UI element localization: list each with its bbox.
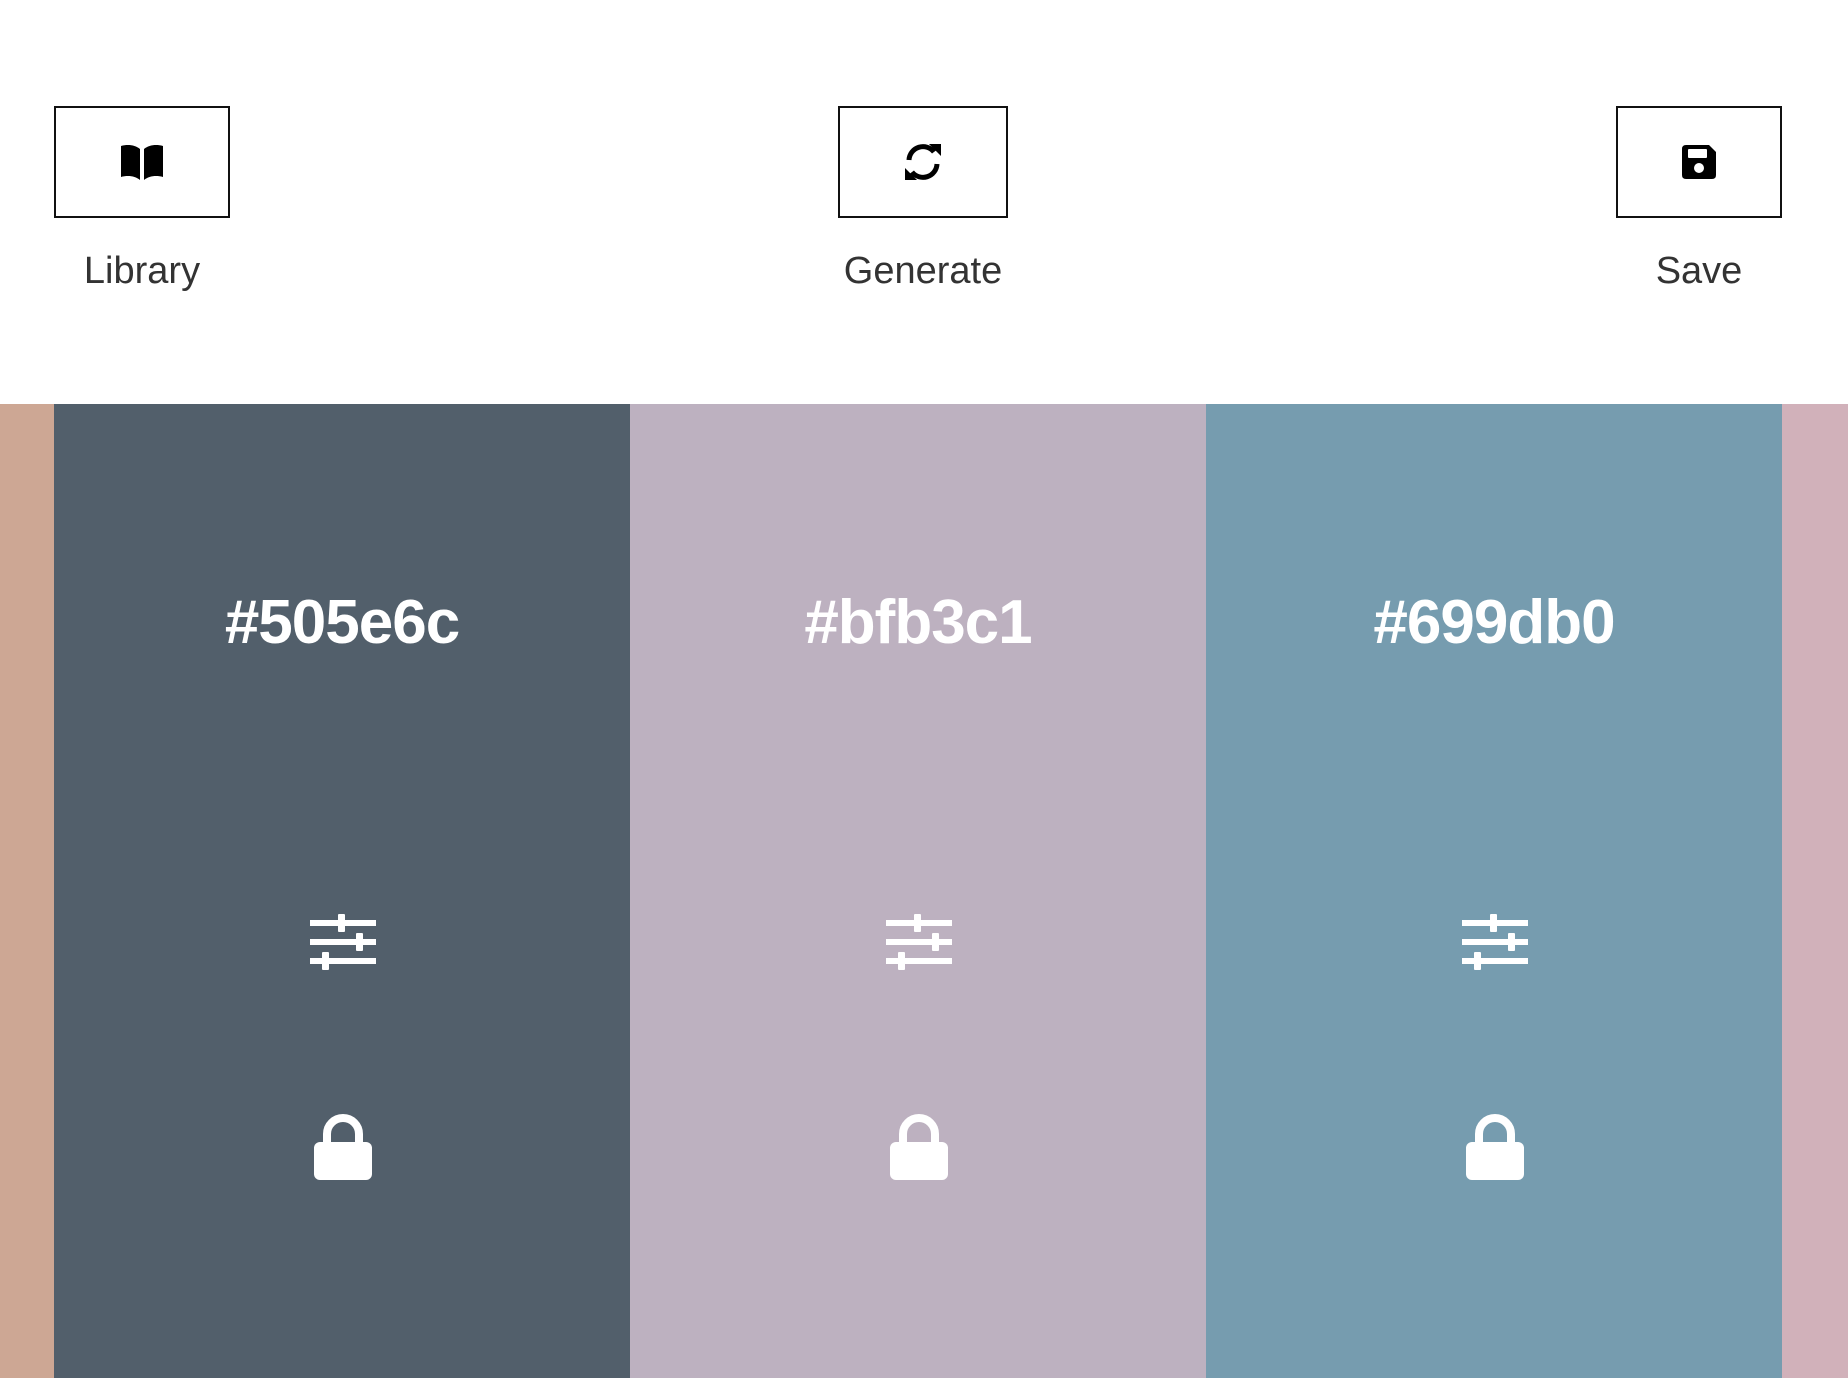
toolbar: Library Generate Save bbox=[0, 0, 1848, 404]
color-swatch[interactable]: #505e6c bbox=[54, 404, 630, 1378]
sliders-icon[interactable] bbox=[886, 912, 952, 972]
save-tool: Save bbox=[1616, 106, 1782, 290]
lock-icon[interactable] bbox=[1464, 1112, 1526, 1182]
floppy-disk-icon bbox=[1682, 145, 1716, 179]
library-button[interactable] bbox=[54, 106, 230, 218]
save-label: Save bbox=[1655, 250, 1743, 292]
hex-code[interactable]: #699db0 bbox=[1206, 592, 1782, 654]
sliders-icon[interactable] bbox=[310, 912, 376, 972]
swatch-edge-right[interactable] bbox=[1782, 404, 1848, 1378]
sliders-icon[interactable] bbox=[1462, 912, 1528, 972]
hex-code[interactable]: #bfb3c1 bbox=[630, 592, 1206, 654]
lock-icon[interactable] bbox=[312, 1112, 374, 1182]
lock-icon[interactable] bbox=[888, 1112, 950, 1182]
palette: #505e6c #bfb3c1 #699db0 bbox=[0, 404, 1848, 1378]
book-open-icon bbox=[121, 145, 163, 180]
refresh-icon bbox=[905, 144, 941, 180]
color-swatch[interactable]: #699db0 bbox=[1206, 404, 1782, 1378]
color-swatch[interactable]: #bfb3c1 bbox=[630, 404, 1206, 1378]
library-label: Library bbox=[83, 250, 201, 292]
generate-label: Generate bbox=[843, 250, 1003, 292]
library-tool: Library bbox=[54, 106, 230, 290]
hex-code[interactable]: #505e6c bbox=[54, 592, 630, 654]
generate-button[interactable] bbox=[838, 106, 1008, 218]
save-button[interactable] bbox=[1616, 106, 1782, 218]
palette-generator-page: Library Generate Save #505e6c #bfb3c1 #6… bbox=[0, 0, 1848, 1378]
generate-tool: Generate bbox=[838, 106, 1008, 290]
swatch-edge-left[interactable] bbox=[0, 404, 54, 1378]
